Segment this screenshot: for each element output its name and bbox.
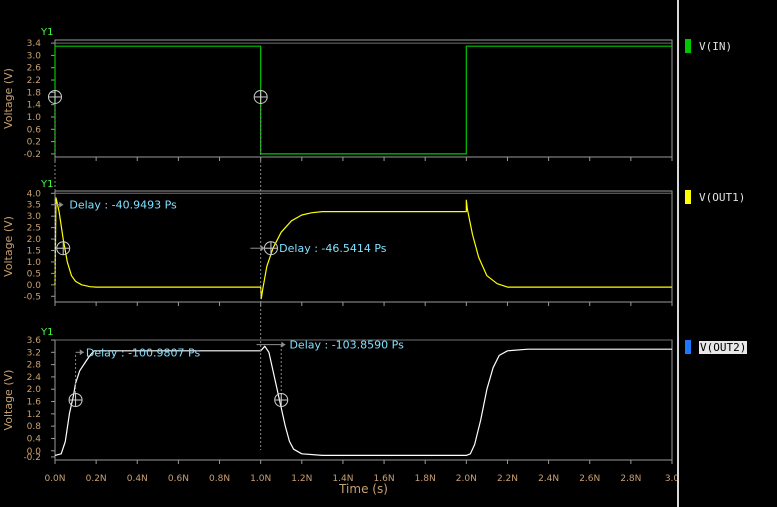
y-tick-label: 1.6 — [27, 398, 42, 408]
y-tick-label: 0.2 — [27, 138, 41, 148]
x-tick-label: 0.8N — [209, 474, 230, 484]
x-tick-label: 0.6N — [168, 474, 189, 484]
y-tick-label: 2.5 — [27, 224, 41, 234]
delay-annotation: Delay : -40.9493 Ps — [69, 199, 177, 212]
y-tick-label: 2.8 — [27, 361, 42, 371]
plot-area[interactable]: Y1 Voltage (V) 3.4 3.0 2.6 2.2 1.8 1.4 1.0 0.6 0.2… — [0, 0, 677, 507]
y-tick-label: -0.2 — [23, 453, 41, 463]
legend-label: V(OUT1) — [699, 190, 746, 204]
legend-item[interactable]: V(OUT2) — [685, 340, 748, 354]
delay-annotation: Delay : -103.8590 Ps — [289, 339, 404, 352]
y-tick-label: 1.5 — [27, 247, 41, 257]
y-tick-label: 2.2 — [27, 76, 41, 86]
y-tick-label: 0.5 — [27, 269, 41, 279]
x-tick-label: 0.0N — [44, 474, 65, 484]
axis-name-label: Y1 — [40, 27, 53, 38]
y-axis-label: Voltage (V) — [2, 216, 15, 277]
delay-annotation: Delay : -100.9807 Ps — [86, 346, 201, 359]
x-tick-label: 3.0 — [665, 474, 677, 484]
waveform-viewer: Y1 Voltage (V) 3.4 3.0 2.6 2.2 1.8 1.4 1.0 0.6 0.2… — [0, 0, 777, 507]
x-tick-label: 2.4N — [538, 474, 559, 484]
legend-label: V(OUT2) — [699, 340, 748, 354]
legend-panel: V(IN) V(OUT1) V(OUT2) — [677, 0, 777, 507]
delay-arrowhead — [281, 341, 286, 348]
x-tick-label: 2.0N — [456, 474, 477, 484]
y-axis-label: Voltage (V) — [2, 68, 15, 129]
y-tick-label: 1.2 — [27, 410, 41, 420]
y-tick-label: -0.5 — [23, 292, 41, 302]
x-tick-label: 2.6N — [579, 474, 600, 484]
legend-swatch — [685, 340, 691, 354]
delay-arrowhead — [260, 245, 265, 252]
y-tick-label: 0.6 — [27, 125, 42, 135]
x-tick-label: 1.2N — [291, 474, 312, 484]
y-tick-label: 3.2 — [27, 348, 41, 358]
x-axis-label: Time (s) — [338, 482, 388, 496]
series-line-v-in[interactable] — [54, 45, 672, 155]
y-tick-label: 0.8 — [27, 422, 42, 432]
y-tick-label: 3.4 — [27, 39, 42, 49]
x-tick-label: 1.0N — [250, 474, 271, 484]
axis-name-label: Y1 — [40, 179, 53, 190]
y-tick-label: 2.4 — [27, 373, 42, 383]
delay-annotation: Delay : -46.5414 Ps — [279, 242, 387, 255]
delay-arrowhead — [79, 349, 84, 356]
y-tick-label: 2.0 — [27, 385, 42, 395]
y-tick-label: 3.5 — [27, 201, 41, 211]
panel-frame — [54, 39, 673, 158]
x-tick-label: 0.2N — [86, 474, 107, 484]
legend-swatch — [685, 39, 691, 53]
x-tick-label: 2.8N — [620, 474, 641, 484]
y-tick-label: 1.8 — [27, 88, 42, 98]
series-line-v-out2[interactable] — [54, 345, 672, 456]
legend-label: V(IN) — [699, 39, 733, 53]
axis-name-label: Y1 — [40, 327, 53, 338]
y-axis-label: Voltage (V) — [2, 370, 15, 431]
y-tick-label: 3.0 — [27, 212, 42, 222]
delay-arrowhead — [59, 201, 64, 208]
y-tick-label: 2.0 — [27, 235, 42, 245]
y-tick-label: 3.0 — [27, 51, 42, 61]
y-tick-label: 1.4 — [27, 101, 42, 111]
y-tick-label: 0.0 — [27, 281, 42, 291]
x-tick-label: 2.2N — [497, 474, 518, 484]
x-tick-label: 0.4N — [127, 474, 148, 484]
x-tick-label: 1.8N — [415, 474, 436, 484]
y-tick-label: 2.6 — [27, 64, 42, 74]
legend-swatch — [685, 190, 691, 204]
legend-item[interactable]: V(IN) — [685, 39, 732, 53]
legend-item[interactable]: V(OUT1) — [685, 190, 745, 204]
y-tick-label: 0.4 — [27, 434, 42, 444]
y-tick-label: 4.0 — [27, 189, 42, 199]
y-tick-label: -0.2 — [23, 150, 41, 160]
y-tick-label: 3.6 — [27, 336, 42, 346]
y-tick-label: 1.0 — [27, 258, 42, 268]
y-tick-label: 1.0 — [27, 113, 42, 123]
